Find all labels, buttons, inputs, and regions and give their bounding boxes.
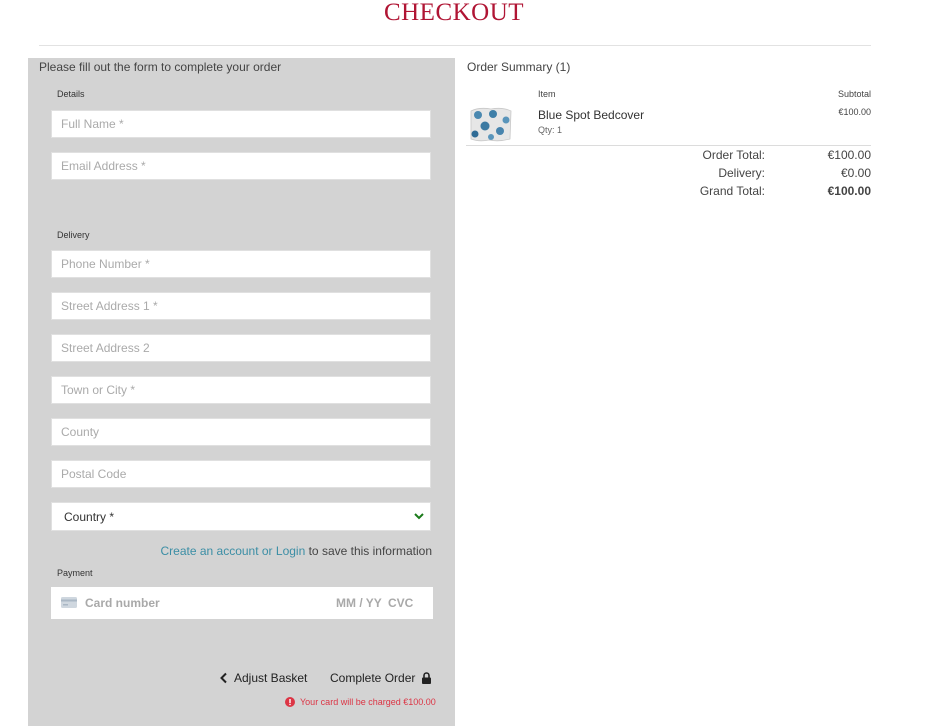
delivery-cost-label: Delivery:	[718, 166, 765, 180]
card-element[interactable]: Card number MM / YY CVC	[51, 587, 433, 619]
card-number-input[interactable]: Card number	[85, 596, 160, 610]
login-link[interactable]: Login	[276, 544, 305, 558]
product-thumbnail	[469, 105, 512, 143]
subtotal-column-header: Subtotal	[837, 89, 871, 99]
header-divider	[39, 45, 871, 46]
adjust-basket-button[interactable]: Adjust Basket	[219, 671, 307, 685]
country-select-value: Country *	[64, 510, 115, 524]
card-cvc-input[interactable]: CVC	[388, 596, 413, 610]
town-city-input[interactable]	[51, 376, 431, 404]
credit-card-icon	[61, 597, 77, 608]
delivery-cost-value: €0.00	[840, 166, 871, 180]
delivery-label: Delivery	[57, 230, 90, 240]
charge-notice: Your card will be charged €100.00	[285, 697, 436, 707]
payment-label: Payment	[57, 568, 93, 578]
street-address-2-input[interactable]	[51, 334, 431, 362]
product-name: Blue Spot Bedcover	[538, 108, 645, 122]
email-input[interactable]	[51, 152, 431, 180]
alert-circle-icon	[285, 697, 295, 707]
order-summary-title: Order Summary (1)	[467, 60, 571, 74]
country-select[interactable]: Country *	[51, 502, 431, 531]
complete-order-button[interactable]: Complete Order	[330, 671, 432, 685]
order-total-value: €100.00	[827, 148, 871, 162]
street-address-1-input[interactable]	[51, 292, 431, 320]
create-account-link[interactable]: Create an account	[160, 544, 258, 558]
item-column-header: Item	[538, 89, 556, 99]
details-label: Details	[57, 89, 85, 99]
charge-notice-text: Your card will be charged €100.00	[300, 697, 436, 707]
summary-divider	[466, 145, 871, 146]
lock-icon	[422, 672, 432, 684]
order-total-label: Order Total:	[702, 148, 765, 162]
save-info-line: Create an account or Login to save this …	[160, 544, 432, 558]
postal-code-input[interactable]	[51, 460, 431, 488]
form-intro: Please fill out the form to complete you…	[39, 60, 282, 74]
card-expiry-input[interactable]: MM / YY	[336, 596, 382, 610]
complete-order-label: Complete Order	[330, 671, 416, 685]
adjust-basket-label: Adjust Basket	[234, 671, 308, 685]
page-title: CHECKOUT	[383, 0, 525, 26]
product-price: €100.00	[838, 107, 871, 117]
grand-total-label: Grand Total:	[699, 184, 765, 198]
chevron-down-icon	[414, 513, 424, 520]
checkout-form: Please fill out the form to complete you…	[28, 58, 455, 726]
product-qty: Qty: 1	[538, 125, 563, 135]
full-name-input[interactable]	[51, 110, 431, 138]
phone-input[interactable]	[51, 250, 431, 278]
grand-total-value: €100.00	[827, 184, 871, 198]
county-input[interactable]	[51, 418, 431, 446]
chevron-left-icon	[220, 672, 227, 684]
or-text: or	[258, 544, 276, 558]
save-info-text: to save this information	[305, 544, 432, 558]
